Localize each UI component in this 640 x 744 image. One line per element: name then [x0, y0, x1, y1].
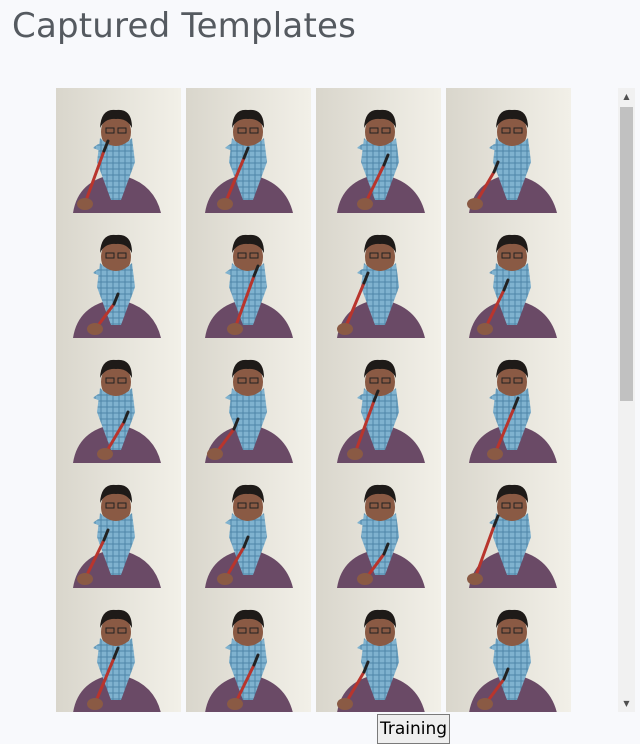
template-thumbnail[interactable] — [316, 88, 441, 213]
template-thumbnail[interactable] — [446, 88, 571, 213]
template-thumbnail[interactable] — [186, 463, 311, 588]
face-capture-image — [56, 88, 181, 213]
face-capture-image — [186, 463, 311, 588]
template-grid — [56, 88, 574, 712]
template-gallery[interactable] — [56, 88, 574, 712]
face-capture-image — [446, 213, 571, 338]
template-thumbnail[interactable] — [316, 588, 441, 712]
face-capture-image — [316, 588, 441, 712]
gallery-scrollbar[interactable]: ▲ ▼ — [618, 88, 635, 712]
template-thumbnail[interactable] — [56, 338, 181, 463]
face-capture-image — [56, 588, 181, 712]
face-capture-image — [56, 213, 181, 338]
template-thumbnail[interactable] — [446, 213, 571, 338]
template-thumbnail[interactable] — [316, 463, 441, 588]
face-capture-image — [56, 338, 181, 463]
face-capture-image — [186, 213, 311, 338]
training-button[interactable]: Training — [377, 714, 451, 744]
template-thumbnail[interactable] — [316, 338, 441, 463]
face-capture-image — [316, 88, 441, 213]
template-thumbnail[interactable] — [446, 338, 571, 463]
page-title: Captured Templates — [12, 6, 357, 46]
face-capture-image — [316, 213, 441, 338]
template-thumbnail[interactable] — [186, 338, 311, 463]
scrollbar-thumb[interactable] — [620, 107, 633, 401]
template-thumbnail[interactable] — [186, 213, 311, 338]
template-thumbnail[interactable] — [446, 588, 571, 712]
face-capture-image — [316, 463, 441, 588]
template-thumbnail[interactable] — [56, 588, 181, 712]
template-thumbnail[interactable] — [56, 463, 181, 588]
template-thumbnail[interactable] — [186, 588, 311, 712]
template-thumbnail[interactable] — [56, 213, 181, 338]
arrow-down-icon[interactable]: ▼ — [618, 695, 635, 712]
face-capture-image — [446, 588, 571, 712]
face-capture-image — [446, 463, 571, 588]
face-capture-image — [186, 338, 311, 463]
face-capture-image — [446, 88, 571, 213]
face-capture-image — [316, 338, 441, 463]
face-capture-image — [186, 88, 311, 213]
arrow-up-icon[interactable]: ▲ — [618, 88, 635, 105]
template-thumbnail[interactable] — [316, 213, 441, 338]
template-thumbnail[interactable] — [56, 88, 181, 213]
template-thumbnail[interactable] — [186, 88, 311, 213]
face-capture-image — [446, 338, 571, 463]
template-thumbnail[interactable] — [446, 463, 571, 588]
face-capture-image — [56, 463, 181, 588]
face-capture-image — [186, 588, 311, 712]
